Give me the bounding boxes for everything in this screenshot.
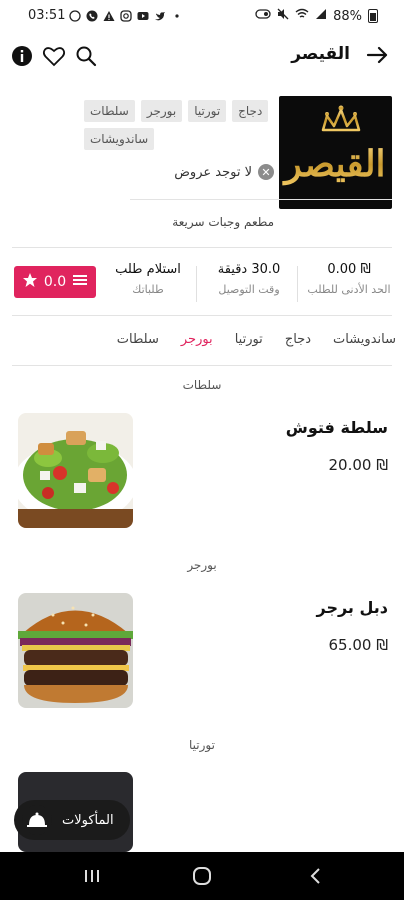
search-icon[interactable] — [74, 44, 98, 68]
status-bar: 03:51 88% — [0, 0, 404, 34]
phone-icon — [85, 9, 98, 22]
cuisine-tag: تورتيا — [188, 100, 227, 122]
delivery-value: 30.0 دقيقة — [217, 262, 281, 277]
menu-item-title[interactable]: دبل برجر — [316, 598, 388, 617]
section-header: تورتيا — [189, 738, 215, 752]
menu-item-price: ₪ 65.00 — [328, 636, 388, 654]
divider — [12, 365, 392, 366]
app-header: القيصر — [0, 38, 404, 74]
header-actions — [10, 44, 98, 68]
divider — [12, 315, 392, 316]
pickup-value: استلام طلب — [115, 262, 181, 277]
salad-image[interactable] — [18, 413, 133, 528]
section-header: سلطات — [182, 378, 222, 392]
cuisine-tag: دجاج — [232, 100, 269, 122]
page-title: القيصر — [291, 44, 350, 64]
logo-text: القيصر — [281, 143, 385, 186]
wifi-icon — [295, 8, 309, 24]
battery-icon — [368, 9, 378, 23]
stat-separator — [297, 266, 298, 302]
close-circle-icon: ✕ — [258, 164, 274, 180]
food-menu-button[interactable]: المأكولات — [14, 800, 130, 840]
tab-burger[interactable]: بورجر — [181, 332, 213, 347]
fab-label: المأكولات — [62, 812, 114, 828]
min-order-stat: ₪ 0.00 الحد الأدنى للطلب — [300, 262, 398, 296]
system-nav-bar — [0, 852, 404, 900]
cuisine-tag: ساندويشات — [84, 128, 155, 150]
tab-salads[interactable]: سلطات — [117, 332, 159, 347]
divider — [12, 247, 392, 248]
no-offers-text: لا توجد عروض — [174, 164, 252, 180]
divider — [130, 199, 392, 200]
menu-item-title[interactable]: سلطة فتوش — [286, 418, 388, 437]
min-order-label: الحد الأدنى للطلب — [307, 283, 391, 296]
mute-icon — [277, 8, 289, 24]
delivery-label: وقت التوصيل — [218, 283, 280, 296]
min-order-value: ₪ 0.00 — [327, 262, 371, 277]
cuisine-tag: بورجر — [140, 100, 183, 122]
cuisine-tag: سلطات — [84, 100, 135, 122]
signal-icon — [315, 8, 327, 24]
back-arrow-icon[interactable] — [364, 42, 390, 68]
section-header: بورجر — [187, 558, 217, 572]
dot-icon — [170, 9, 183, 22]
tab-chicken[interactable]: دجاج — [285, 332, 311, 347]
nfc-icon — [255, 8, 271, 24]
pickup-label: طلباتك — [132, 283, 164, 296]
star-icon — [22, 272, 38, 292]
back-nav-icon[interactable] — [304, 866, 328, 886]
tab-sandwiches[interactable]: ساندويشات — [333, 332, 396, 347]
menu-item-price: ₪ 20.00 — [328, 456, 388, 474]
category-tabs: سلطات بورجر تورتيا دجاج ساندويشات — [117, 332, 396, 347]
no-offers-row: ✕ لا توجد عروض — [174, 164, 274, 180]
rating-value: 0.0 — [43, 274, 67, 290]
restaurant-logo: القيصر — [279, 96, 392, 209]
burger-image[interactable] — [18, 593, 133, 708]
notification-icons — [68, 9, 183, 22]
cuisine-tags: سلطات بورجر تورتيا دجاج ساندويشات — [84, 100, 274, 150]
info-icon[interactable] — [10, 44, 34, 68]
youtube-icon — [136, 9, 149, 22]
warning-icon — [102, 9, 115, 22]
heart-icon[interactable] — [42, 44, 66, 68]
status-time: 03:51 — [28, 8, 66, 23]
delivery-stat: 30.0 دقيقة وقت التوصيل — [205, 262, 293, 296]
rating-button[interactable]: 0.0 — [14, 266, 96, 298]
menu-lines-icon — [72, 273, 88, 291]
stat-separator — [196, 266, 197, 302]
instagram-icon — [119, 9, 132, 22]
cloche-icon — [22, 805, 52, 835]
home-icon[interactable] — [190, 866, 214, 886]
battery-percent: 88% — [333, 8, 362, 24]
status-right: 88% — [255, 8, 378, 24]
pickup-stat: استلام طلب طلباتك — [108, 262, 188, 296]
twitter-icon — [153, 9, 166, 22]
recent-apps-icon[interactable] — [80, 866, 104, 886]
tab-tortilla[interactable]: تورتيا — [235, 332, 263, 347]
restaurant-type: مطعم وجبات سريعة — [172, 215, 274, 229]
whatsapp-icon — [68, 9, 81, 22]
